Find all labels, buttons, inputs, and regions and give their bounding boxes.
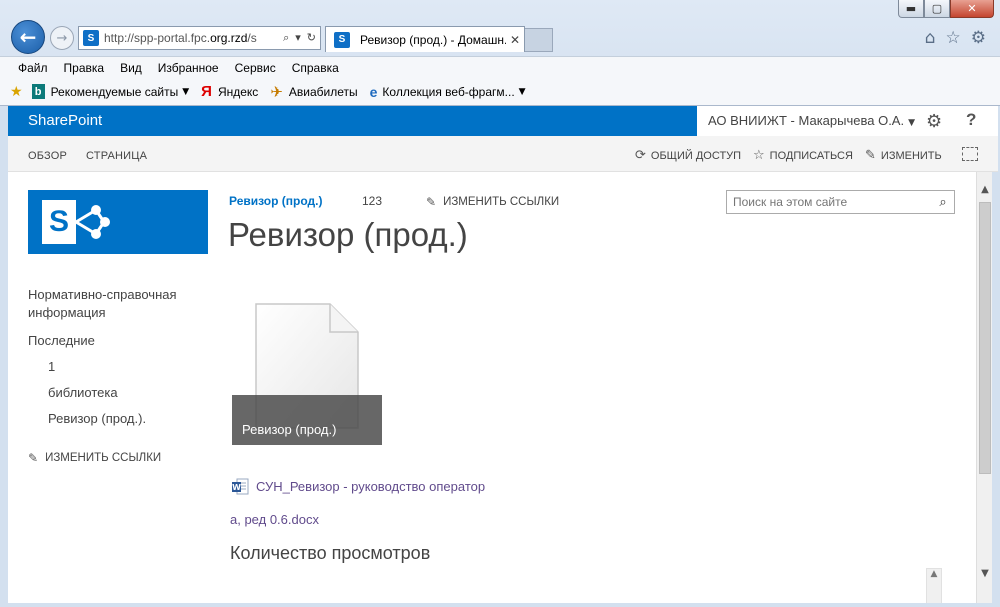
sharepoint-logo-icon: S <box>42 200 76 244</box>
back-button[interactable]: ← <box>11 20 45 54</box>
favorites-star-add-icon[interactable]: ★ <box>10 84 23 100</box>
topnav-edit-links-button[interactable]: ✎ ИЗМЕНИТЬ ССЫЛКИ <box>426 195 559 209</box>
vertical-scrollbar[interactable]: ▲ ▼ <box>976 172 992 607</box>
tab-browse[interactable]: ОБЗОР <box>28 150 67 162</box>
bing-icon: b <box>31 84 45 99</box>
nav-subitem-revizor[interactable]: Ревизор (прод.). <box>28 411 208 426</box>
menu-edit[interactable]: Правка <box>64 61 105 75</box>
sharepoint-favicon-icon: S <box>83 30 99 46</box>
address-url[interactable]: http://spp-portal.fpc.org.rzd/s <box>104 31 283 45</box>
maximize-button[interactable]: ▢ <box>924 0 950 18</box>
nav-subitem-library[interactable]: библиотека <box>28 385 208 400</box>
menu-bar: Файл Правка Вид Избранное Сервис Справка <box>0 56 1000 78</box>
fav-avia[interactable]: ✈ Авиабилеты <box>270 83 357 101</box>
gear-icon[interactable]: ⚙ <box>971 28 986 48</box>
menu-help[interactable]: Справка <box>292 61 339 75</box>
document-link[interactable]: W СУН_Ревизор - руководство оператор <box>232 478 485 495</box>
ribbon: ОБЗОР СТРАНИЦА ⟳ ОБЩИЙ ДОСТУП ☆ ПОДПИСАТЬС… <box>8 136 998 172</box>
nav-edit-links-button[interactable]: ✎ ИЗМЕНИТЬ ССЫЛКИ <box>28 451 208 465</box>
scroll-down-arrow-icon[interactable]: ▼ <box>977 568 993 579</box>
suite-bar: SharePoint АО ВНИИЖТ - Макарычева О.А. ▼ … <box>8 106 998 136</box>
fav-yandex[interactable]: Я Яндекс <box>201 83 258 100</box>
focus-content-icon[interactable] <box>962 147 978 161</box>
window-controls: ▬ ▢ ✕ <box>898 0 994 18</box>
topnav-site-link[interactable]: Ревизор (прод.) <box>229 194 323 208</box>
tile-caption: Ревизор (прод.) <box>232 395 382 445</box>
chevron-down-icon: ▼ <box>182 86 190 97</box>
chevron-down-icon: ▼ <box>908 118 916 128</box>
document-link-text[interactable]: СУН_Ревизор - руководство оператор <box>256 479 485 494</box>
sharepoint-brand[interactable]: SharePoint <box>8 106 697 136</box>
site-logo[interactable]: S <box>28 190 208 254</box>
menu-tools[interactable]: Сервис <box>235 61 276 75</box>
sharepoint-favicon-icon: S <box>334 31 350 48</box>
dropdown-arrow-icon[interactable]: ▾ <box>295 31 301 45</box>
fav-recommended[interactable]: b Рекомендуемые сайты ▼ <box>28 84 190 99</box>
share-button[interactable]: ⟳ ОБЩИЙ ДОСТУП <box>635 148 741 163</box>
quick-launch: Нормативно-справочная информация Последн… <box>28 286 208 465</box>
address-bar[interactable]: S http://spp-portal.fpc.org.rzd/s ⌕ ▾ ↻ <box>78 26 321 50</box>
tab-close-icon[interactable]: ✕ <box>506 33 520 47</box>
browser-tab[interactable]: S Ревизор (прод.) - Домашн... ✕ <box>325 26 525 52</box>
window-frame-left <box>0 106 8 607</box>
chevron-down-icon: ▼ <box>518 86 526 97</box>
page-title: Ревизор (прод.) <box>228 216 468 253</box>
refresh-icon[interactable]: ↻ <box>307 31 316 45</box>
nav-subitem-1[interactable]: 1 <box>28 359 208 374</box>
settings-gear-icon[interactable]: ⚙ <box>926 111 942 132</box>
search-icon[interactable]: ⌕ <box>932 195 954 210</box>
document-link-text-continued[interactable]: а, ред 0.6.docx <box>230 512 319 527</box>
star-icon: ☆ <box>753 148 765 163</box>
fav-web-slice-gallery[interactable]: e Коллекция веб-фрагм... ▼ <box>370 84 526 100</box>
views-count-heading: Количество просмотров <box>230 543 431 563</box>
arrow-right-icon: → <box>56 30 68 46</box>
home-icon[interactable]: ⌂ <box>925 28 936 48</box>
tab-title: Ревизор (прод.) - Домашн... <box>360 32 506 47</box>
forward-button[interactable]: → <box>50 26 74 50</box>
browser-chrome: ▬ ▢ ✕ ← → S http://spp-portal.fpc.org.rz… <box>0 0 1000 106</box>
nav-item-recent[interactable]: Последние <box>28 332 208 350</box>
user-menu[interactable]: АО ВНИИЖТ - Макарычева О.А. ▼ <box>708 106 915 136</box>
pencil-icon: ✎ <box>865 148 876 163</box>
arrow-left-icon: ← <box>19 25 37 49</box>
menu-view[interactable]: Вид <box>120 61 142 75</box>
word-document-icon: W <box>232 478 249 495</box>
sharepoint-logo-graph-icon <box>75 205 110 239</box>
follow-button[interactable]: ☆ ПОДПИСАТЬСЯ <box>753 148 853 163</box>
navigation-row: ← → S http://spp-portal.fpc.org.rzd/s ⌕ … <box>0 18 1000 58</box>
scrollbar-thumb[interactable] <box>979 202 991 474</box>
nav-item-reference-info[interactable]: Нормативно-справочная информация <box>28 286 188 322</box>
yandex-icon: Я <box>201 83 212 100</box>
site-search-box[interactable]: ⌕ <box>726 190 955 214</box>
scroll-up-arrow-icon[interactable]: ▲ <box>977 184 993 195</box>
favorites-star-icon[interactable]: ☆ <box>946 28 961 48</box>
page-content: S Ревизор (прод.) 123 ✎ИЗМЕНИТЬ ССЫЛКИ ⌕… <box>8 172 976 607</box>
new-tab-button[interactable] <box>525 28 553 52</box>
svg-text:W: W <box>232 483 241 492</box>
favorites-bar: ★ b Рекомендуемые сайты ▼ Я Яндекс ✈ Ави… <box>0 78 1000 105</box>
pencil-icon: ✎ <box>426 195 437 209</box>
menu-favorites[interactable]: Избранное <box>158 61 219 75</box>
close-window-button[interactable]: ✕ <box>950 0 994 18</box>
topnav-link-123[interactable]: 123 <box>362 194 382 208</box>
ie-icon: e <box>369 83 378 100</box>
window-frame-right <box>992 106 1000 607</box>
webpart-scroll-up-button[interactable]: ▲ <box>926 568 942 607</box>
minimize-button[interactable]: ▬ <box>898 0 924 18</box>
tab-page[interactable]: СТРАНИЦА <box>86 150 147 162</box>
promoted-tile[interactable]: Ревизор (прод.) <box>232 294 382 445</box>
edit-button[interactable]: ✎ ИЗМЕНИТЬ <box>865 148 942 163</box>
airplane-icon: ✈ <box>270 82 283 101</box>
menu-file[interactable]: Файл <box>18 61 48 75</box>
help-icon[interactable]: ? <box>966 110 976 130</box>
window-frame-bottom <box>0 603 1000 607</box>
pencil-icon: ✎ <box>28 451 39 465</box>
search-icon[interactable]: ⌕ <box>283 31 289 45</box>
search-input[interactable] <box>733 195 932 209</box>
share-icon: ⟳ <box>635 148 646 163</box>
